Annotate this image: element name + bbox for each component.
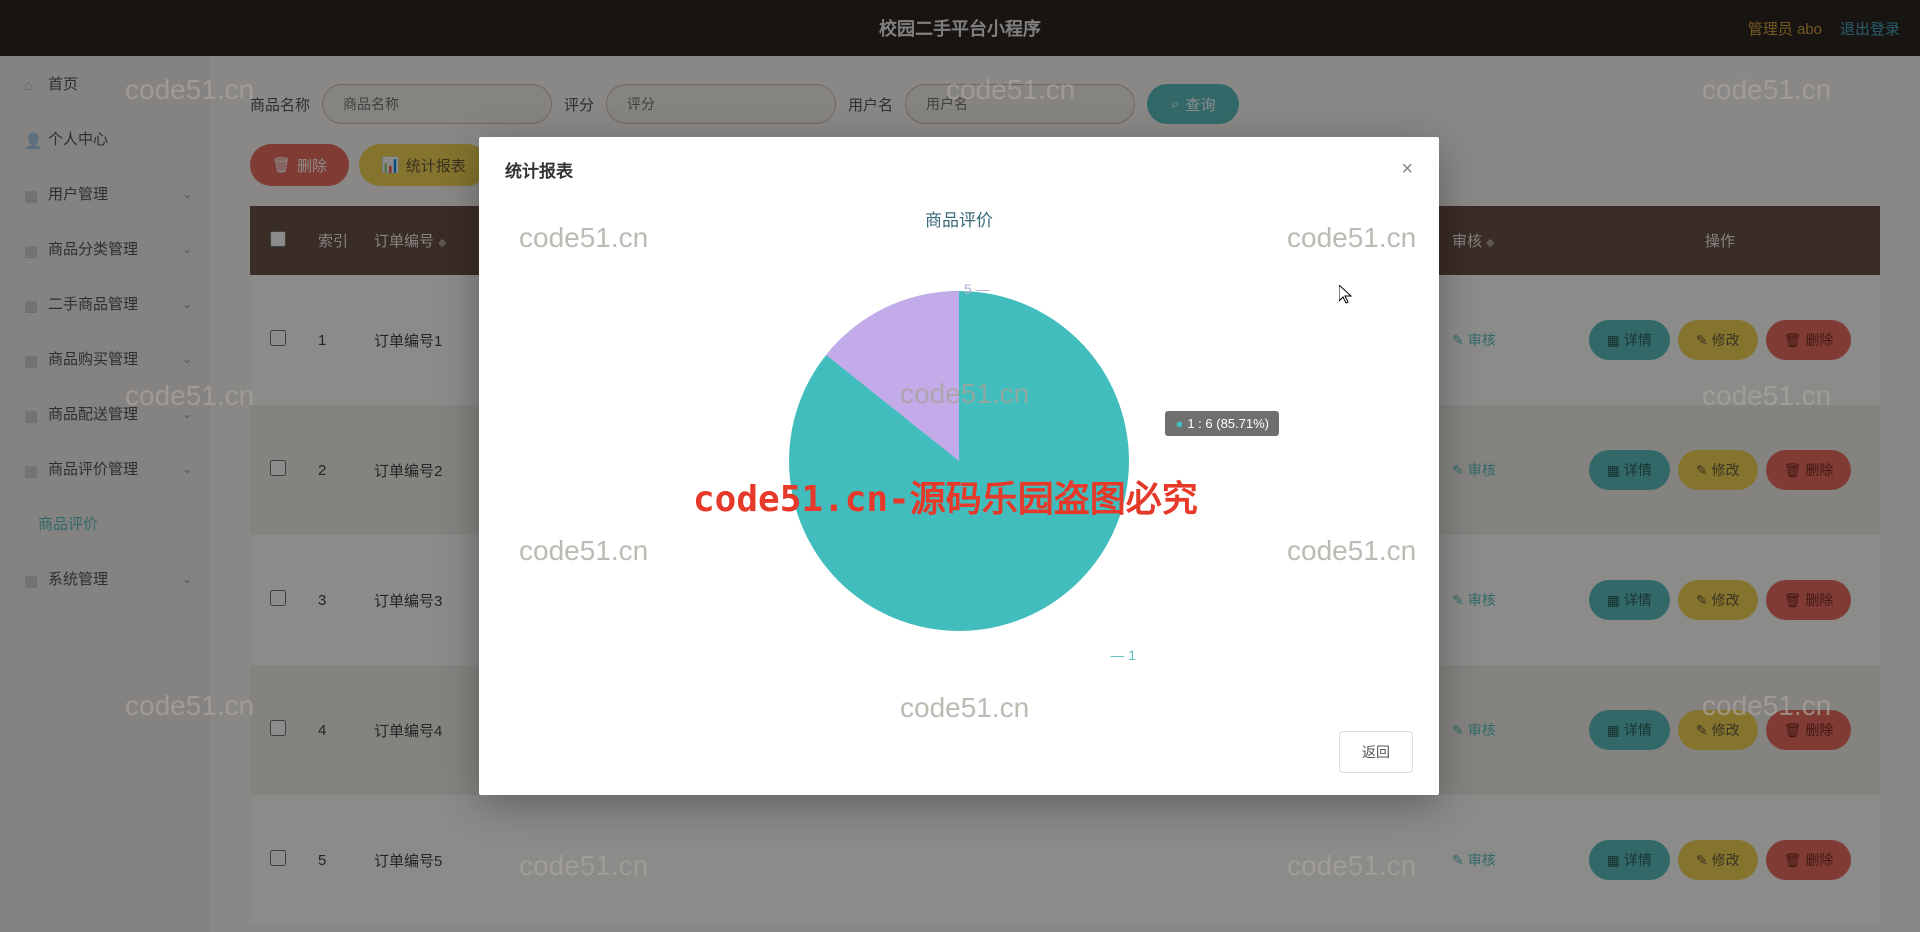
slice-label-1: — 1 xyxy=(1110,647,1136,663)
slice-label-5: 5 — xyxy=(964,281,990,297)
chart-title: 商品评价 xyxy=(505,206,1413,231)
modal-title: 统计报表 xyxy=(505,157,573,182)
back-button[interactable]: 返回 xyxy=(1339,731,1413,773)
chart-tooltip: 1 : 6 (85.71%) xyxy=(1165,411,1279,436)
modal-body: 商品评价 5 — — 1 1 : 6 (85.71%) xyxy=(479,196,1439,721)
modal-header: 统计报表 × xyxy=(479,137,1439,196)
stats-modal: 统计报表 × 商品评价 5 — — 1 1 : 6 (85.71%) 返回 xyxy=(479,137,1439,795)
pie-chart: 5 — — 1 1 : 6 (85.71%) xyxy=(779,291,1139,651)
modal-footer: 返回 xyxy=(479,721,1439,795)
close-icon[interactable]: × xyxy=(1401,158,1413,181)
cursor-icon xyxy=(1339,285,1355,310)
